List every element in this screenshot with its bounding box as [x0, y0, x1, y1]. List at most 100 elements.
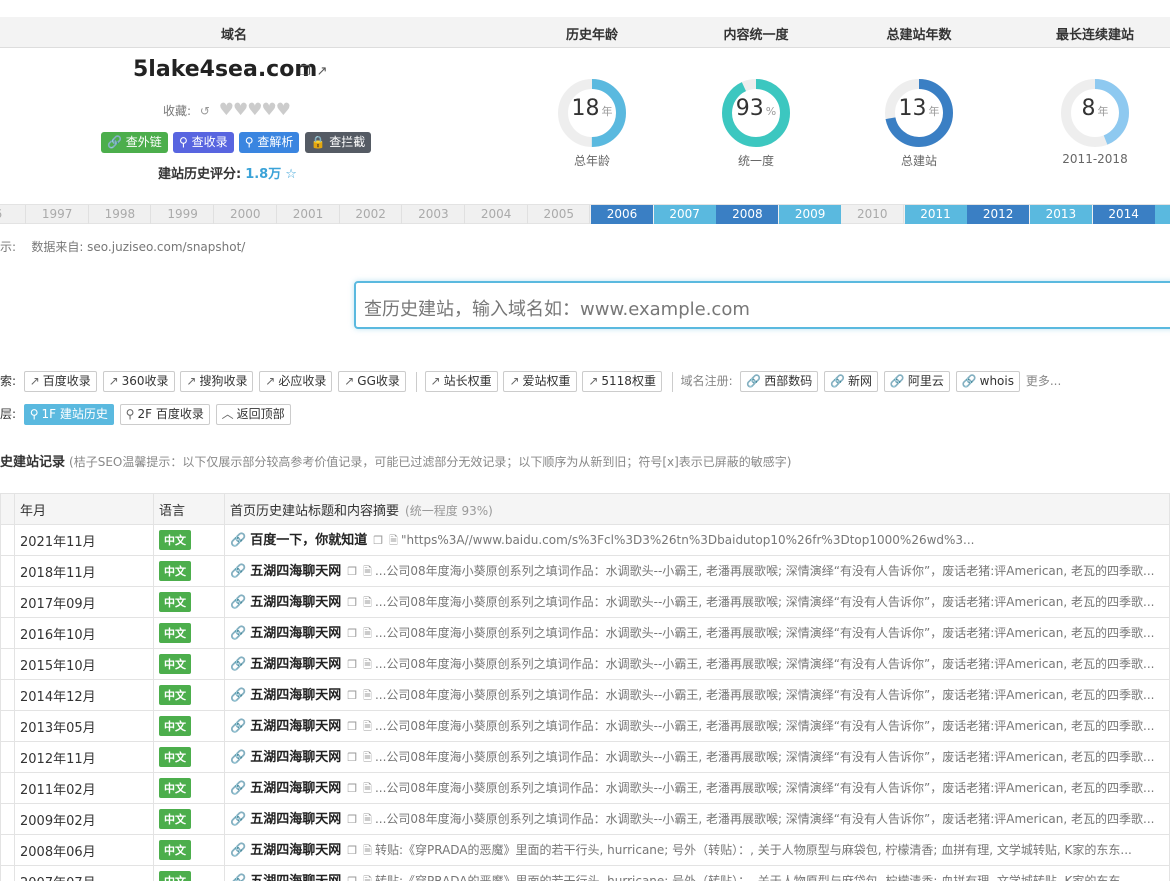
copy-icon[interactable]: ❐ — [347, 596, 357, 609]
copy-icon[interactable]: ❐ — [347, 565, 357, 578]
check-backlinks-button[interactable]: 🔗 查外链 — [101, 132, 168, 153]
timeline-year[interactable]: 96 — [0, 205, 26, 224]
link-icon[interactable]: 🔗 — [230, 812, 246, 827]
link-360-index[interactable]: ↗ 360收录 — [102, 371, 175, 392]
floor-1-button[interactable]: ⚲ 1F 建站历史 — [23, 404, 114, 425]
row-title[interactable]: 五湖四海聊天网 — [250, 564, 341, 579]
document-icon: 🗎 — [363, 720, 372, 733]
link-icon[interactable]: 🔗 — [230, 781, 246, 796]
timeline-year[interactable]: 2000 — [215, 205, 277, 224]
table-row: 2021年11月 中文 🔗 百度一下，你就知道 ❐ 🗎 "https%3A//www.bai… — [0, 524, 1170, 556]
row-summary: ...公司08年度海小葵原创系列之填词作品：水调歌头--小霸王, 老潘再展歌喉;… — [374, 781, 1155, 795]
timeline-year[interactable]: 2011 — [904, 205, 967, 224]
row-title[interactable]: 五湖四海聊天网 — [250, 719, 341, 734]
timeline-year[interactable] — [1155, 205, 1170, 224]
link-gg-index[interactable]: ↗ GG收录 — [338, 371, 406, 392]
timeline-year[interactable]: 1997 — [27, 205, 89, 224]
row-title[interactable]: 五湖四海聊天网 — [250, 595, 341, 610]
timeline-year[interactable]: 2005 — [528, 205, 591, 224]
table-row: 2009年02月 中文 🔗 五湖四海聊天网 ❐ 🗎 ...公司08年度海小葵原创系列之填词作… — [0, 803, 1170, 835]
timeline-year[interactable]: 2004 — [466, 205, 528, 224]
external-link-icon[interactable]: ↗ — [317, 64, 328, 79]
link-icon[interactable]: 🔗 — [230, 750, 246, 765]
copy-icon[interactable]: ❐ — [347, 813, 357, 826]
copy-icon[interactable]: ❐ — [347, 689, 357, 702]
copy-icon[interactable]: ❐ — [347, 658, 357, 671]
row-month: 2016年10月 — [14, 617, 154, 649]
row-month: 2017年09月 — [14, 586, 154, 618]
link-aliyun[interactable]: 🔗 阿里云 — [883, 371, 950, 392]
link-icon[interactable]: 🔗 — [230, 874, 246, 881]
link-icon[interactable]: 🔗 — [230, 719, 246, 734]
row-title[interactable]: 五湖四海聊天网 — [250, 688, 341, 703]
check-dns-button[interactable]: ⚲ 查解析 — [238, 132, 300, 153]
timeline-year[interactable]: 2006 — [591, 205, 653, 224]
copy-icon[interactable]: ❐ — [347, 720, 357, 733]
row-month: 2009年02月 — [14, 803, 154, 835]
copy-icon[interactable]: ❐ — [347, 875, 357, 881]
check-block-button[interactable]: 🔒 查拦截 — [304, 132, 372, 153]
link-icon[interactable]: 🔗 — [230, 657, 246, 672]
lang-badge: 中文 — [159, 530, 191, 550]
link-west-cn[interactable]: 🔗 西部数码 — [740, 371, 819, 392]
timeline-year[interactable]: 2013 — [1029, 205, 1092, 224]
link-xinnet[interactable]: 🔗 新网 — [824, 371, 879, 392]
timeline-year[interactable]: 1998 — [89, 205, 152, 224]
link-icon[interactable]: 🔗 — [230, 533, 246, 548]
records-note: (桔子SEO温馨提示：以下仅展示部分较高参考价值记录，可能已过滤部分无效记录；以… — [69, 455, 792, 469]
domain-search-input[interactable]: 查历史建站，输入域名如：www.example.com — [354, 281, 1170, 329]
link-whois[interactable]: 🔗 whois — [955, 371, 1020, 392]
link-icon[interactable]: 🔗 — [230, 843, 246, 858]
row-title[interactable]: 五湖四海聊天网 — [250, 843, 341, 858]
heart-rating-icon[interactable]: ♥♥♥♥♥ — [219, 100, 291, 120]
refresh-icon[interactable]: ↺ — [200, 104, 210, 118]
copy-icon[interactable]: ❐ — [347, 627, 357, 640]
copy-icon[interactable]: ❐ — [347, 782, 357, 795]
row-title[interactable]: 五湖四海聊天网 — [250, 874, 341, 881]
timeline-year[interactable]: 2001 — [278, 205, 340, 224]
table-row: 2018年11月 中文 🔗 五湖四海聊天网 ❐ 🗎 ...公司08年度海小葵原创系列之填词作… — [0, 555, 1170, 587]
row-summary: ...公司08年度海小葵原创系列之填词作品：水调歌头--小霸王, 老潘再展歌喉;… — [374, 626, 1155, 640]
history-score: 建站历史评分: 1.8万 ☆ — [158, 167, 297, 182]
link-aizhan-weight[interactable]: ↗ 爱站权重 — [503, 371, 577, 392]
row-title[interactable]: 百度一下，你就知道 — [250, 533, 367, 548]
row-summary: ...公司08年度海小葵原创系列之填词作品：水调歌头--小霸王, 老潘再展歌喉;… — [374, 719, 1155, 733]
row-month: 2015年10月 — [14, 648, 154, 680]
floor-2-button[interactable]: ⚲ 2F 百度收录 — [119, 404, 210, 425]
copy-icon[interactable]: ❐ — [347, 844, 357, 857]
row-title[interactable]: 五湖四海聊天网 — [250, 750, 341, 765]
timeline-year[interactable]: 2009 — [779, 205, 842, 224]
star-icon[interactable]: ☆ — [285, 167, 297, 182]
timeline-year[interactable]: 2003 — [403, 205, 465, 224]
timeline-year[interactable]: 2002 — [340, 205, 403, 224]
link-icon[interactable]: 🔗 — [230, 595, 246, 610]
timeline-year[interactable]: 2012 — [967, 205, 1030, 224]
copy-icon[interactable]: ❐ — [347, 751, 357, 764]
copy-icon[interactable]: ❐ — [299, 64, 311, 79]
link-icon[interactable]: 🔗 — [230, 626, 246, 641]
row-summary: ...公司08年度海小葵原创系列之填词作品：水调歌头--小霸王, 老潘再展歌喉;… — [374, 688, 1155, 702]
row-title[interactable]: 五湖四海聊天网 — [250, 626, 341, 641]
link-sogou-index[interactable]: ↗ 搜狗收录 — [180, 371, 254, 392]
timeline-year[interactable]: 2007 — [653, 205, 716, 224]
back-to-top-button[interactable]: ︿ 返回顶部 — [215, 404, 291, 425]
timeline-year[interactable]: 2014 — [1092, 205, 1155, 224]
link-icon[interactable]: 🔗 — [230, 564, 246, 579]
check-index-button[interactable]: ⚲ 查收录 — [172, 132, 234, 153]
link-bing-index[interactable]: ↗ 必应收录 — [259, 371, 333, 392]
link-icon[interactable]: 🔗 — [230, 688, 246, 703]
row-title[interactable]: 五湖四海聊天网 — [250, 657, 341, 672]
copy-icon[interactable]: ❐ — [373, 534, 383, 547]
gauge-unit: 年 — [1097, 105, 1109, 118]
timeline-year[interactable]: 2010 — [842, 205, 904, 224]
link-baidu-index[interactable]: ↗ 百度收录 — [23, 371, 97, 392]
table-row: 2008年06月 中文 🔗 五湖四海聊天网 ❐ 🗎 转贴:《穿PRADA的恶魔》里面的若干行… — [0, 834, 1170, 866]
row-title[interactable]: 五湖四海聊天网 — [250, 781, 341, 796]
timeline-year[interactable]: 1999 — [152, 205, 215, 224]
timeline-year[interactable]: 2008 — [716, 205, 779, 224]
row-title[interactable]: 五湖四海聊天网 — [250, 812, 341, 827]
link-chinaz-weight[interactable]: ↗ 站长权重 — [424, 371, 498, 392]
link-5118-weight[interactable]: ↗ 5118权重 — [582, 371, 662, 392]
more-link[interactable]: 更多... — [1026, 374, 1061, 388]
domain-name: 5lake4sea.com — [133, 57, 318, 82]
